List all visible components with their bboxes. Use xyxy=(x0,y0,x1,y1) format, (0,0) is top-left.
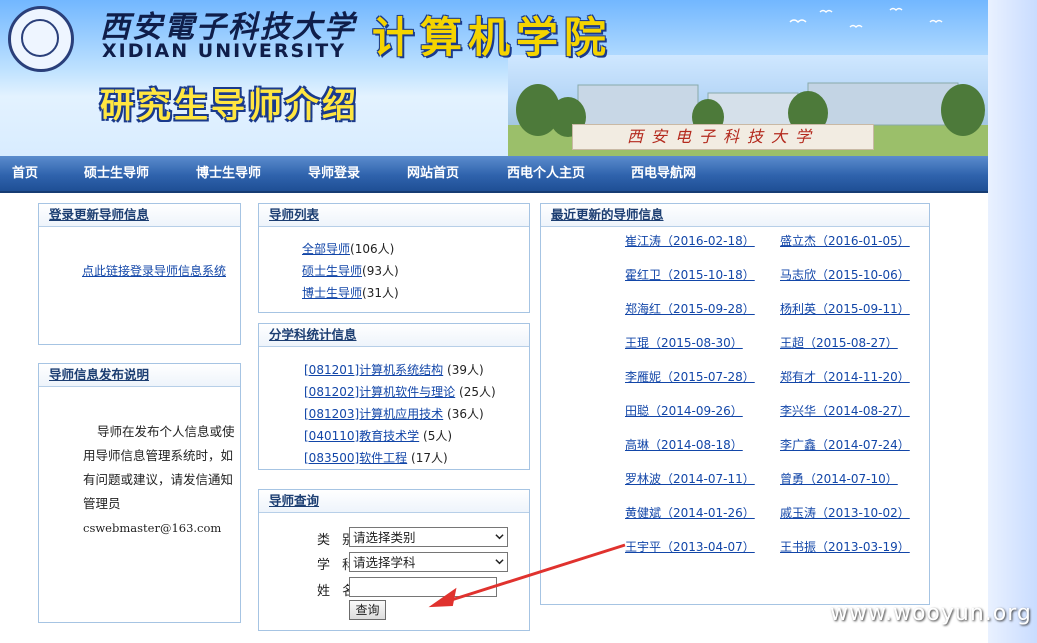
name-input[interactable] xyxy=(349,577,497,597)
nav-site-home[interactable]: 网站首页 xyxy=(407,156,459,191)
chevron-down-icon xyxy=(495,559,504,565)
university-seal-logo xyxy=(8,6,74,72)
tutor-list-title: 导师列表 xyxy=(259,204,529,227)
login-system-link[interactable]: 点此链接登录导师信息系统 xyxy=(82,262,226,279)
nav-tutor-login[interactable]: 导师登录 xyxy=(308,156,360,191)
page-subtitle: 研究生导师介绍 xyxy=(100,86,359,126)
notice-line: 导师在发布个人信息或使 xyxy=(97,424,235,439)
tutor-list-item: 全部导师(106人) xyxy=(302,242,395,256)
tutor-list-item: 博士生导师(31人) xyxy=(302,286,399,300)
notice-text: 导师在发布个人信息或使 用导师信息管理系统时，如 有问题或建议，请发信通知 管理… xyxy=(83,420,235,540)
notice-panel: 导师信息发布说明 导师在发布个人信息或使 用导师信息管理系统时，如 有问题或建议… xyxy=(38,363,241,623)
login-panel: 登录更新导师信息 点此链接登录导师信息系统 xyxy=(38,203,241,345)
recent-tutor-link[interactable]: 崔江涛（2016-02-18） xyxy=(625,232,755,249)
recent-tutor-link[interactable]: 田聪（2014-09-26） xyxy=(625,402,743,419)
recent-tutor-link[interactable]: 高琳（2014-08-18） xyxy=(625,436,743,453)
recent-tutor-link[interactable]: 李兴华（2014-08-27） xyxy=(780,402,910,419)
nav-personal-homepage[interactable]: 西电个人主页 xyxy=(507,156,585,191)
subject-item: [083500]软件工程 (17人) xyxy=(304,451,448,465)
notice-line: 用导师信息管理系统时，如 xyxy=(83,448,234,463)
recent-tutor-link[interactable]: 杨利英（2015-09-11） xyxy=(780,300,910,317)
right-gutter xyxy=(988,0,1037,643)
recent-tutor-link[interactable]: 郑有才（2014-11-20） xyxy=(780,368,910,385)
chevron-down-icon xyxy=(495,534,504,540)
birds-decoration xyxy=(789,7,943,29)
subject-item: [040110]教育技术学 (5人) xyxy=(304,429,453,443)
school-title: 计算机学院 xyxy=(372,13,613,62)
search-panel: 导师查询 类 别 请选择类别 学 科 请选择学科 姓 名 查询 xyxy=(258,489,530,631)
nav-doctoral-tutors[interactable]: 博士生导师 xyxy=(196,156,261,191)
admin-email: cswebmaster@163.com xyxy=(83,521,222,535)
recent-tutor-link[interactable]: 王书振（2013-03-19） xyxy=(780,538,910,555)
recent-tutor-link[interactable]: 盛立杰（2016-01-05） xyxy=(780,232,910,249)
subject-item: [081203]计算机应用技术 (36人) xyxy=(304,407,484,421)
recent-tutor-link[interactable]: 霍红卫（2015-10-18） xyxy=(625,266,755,283)
watermark: www.wooyun.org xyxy=(830,601,1032,626)
tutor-list-panel: 导师列表 全部导师(106人) 硕士生导师(93人) 博士生导师(31人) xyxy=(258,203,530,313)
nav-home[interactable]: 首页 xyxy=(12,156,38,191)
recent-tutor-link[interactable]: 王琨（2015-08-30） xyxy=(625,334,743,351)
nav-xidian-directory[interactable]: 西电导航网 xyxy=(631,156,696,191)
notice-line: 管理员 xyxy=(83,496,121,511)
recent-tutor-link[interactable]: 郑海红（2015-09-28） xyxy=(625,300,755,317)
recent-tutor-link[interactable]: 曾勇（2014-07-10） xyxy=(780,470,898,487)
recent-tutor-link[interactable]: 罗林波（2014-07-11） xyxy=(625,470,755,487)
category-select[interactable]: 请选择类别 xyxy=(349,527,508,547)
notice-panel-title: 导师信息发布说明 xyxy=(39,364,240,387)
subject-stats-panel: 分学科统计信息 [081201]计算机系统结构 (39人) [081202]计算… xyxy=(258,323,530,470)
search-panel-title: 导师查询 xyxy=(259,490,529,513)
doctoral-tutors-link[interactable]: 博士生导师 xyxy=(302,286,362,300)
recent-tutor-link[interactable]: 李广鑫（2014-07-24） xyxy=(780,436,910,453)
nav-master-tutors[interactable]: 硕士生导师 xyxy=(84,156,149,191)
recent-tutor-link[interactable]: 王宇平（2013-04-07） xyxy=(625,538,755,555)
recent-tutor-link[interactable]: 黄健斌（2014-01-26） xyxy=(625,504,755,521)
search-button[interactable]: 查询 xyxy=(349,600,386,620)
recent-tutor-link[interactable]: 马志欣（2015-10-06） xyxy=(780,266,910,283)
recent-updates-panel: 最近更新的导师信息 崔江涛（2016-02-18） 霍红卫（2015-10-18）… xyxy=(540,203,930,605)
header-banner: 西安電子科技大学 XIDIAN UNIVERSITY 计算机学院 研究生导师介绍… xyxy=(0,0,988,156)
subject-stats-title: 分学科统计信息 xyxy=(259,324,529,347)
recent-updates-title: 最近更新的导师信息 xyxy=(541,204,929,227)
recent-tutor-link[interactable]: 李雁妮（2015-07-28） xyxy=(625,368,755,385)
main-nav: 首页 硕士生导师 博士生导师 导师登录 网站首页 西电个人主页 西电导航网 xyxy=(0,156,988,193)
master-tutors-link[interactable]: 硕士生导师 xyxy=(302,264,362,278)
notice-line: 有问题或建议，请发信通知 xyxy=(83,472,234,487)
campus-wall-sign: 西安电子科技大学 xyxy=(572,124,874,150)
tutor-list-item: 硕士生导师(93人) xyxy=(302,264,399,278)
subject-select[interactable]: 请选择学科 xyxy=(349,552,508,572)
subject-item: [081201]计算机系统结构 (39人) xyxy=(304,363,484,377)
all-tutors-link[interactable]: 全部导师 xyxy=(302,242,350,256)
university-name-en: XIDIAN UNIVERSITY xyxy=(102,40,346,62)
recent-tutor-link[interactable]: 王超（2015-08-27） xyxy=(780,334,898,351)
recent-tutor-link[interactable]: 戚玉涛（2013-10-02） xyxy=(780,504,910,521)
login-panel-title: 登录更新导师信息 xyxy=(39,204,240,227)
subject-item: [081202]计算机软件与理论 (25人) xyxy=(304,385,496,399)
